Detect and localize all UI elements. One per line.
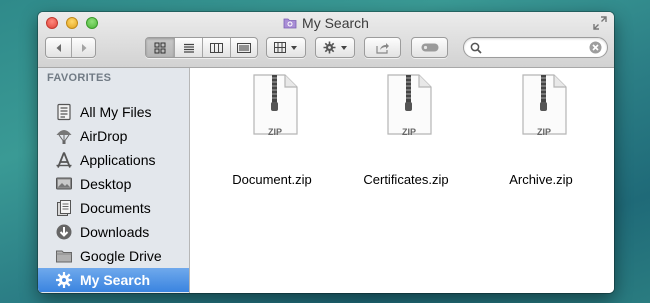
tags-button[interactable] [411,37,448,58]
file-name: Archive.zip [509,172,573,187]
file-name: Certificates.zip [363,172,449,187]
fullscreen-icon[interactable] [593,16,607,30]
window-title: My Search [302,15,369,31]
column-view-icon [210,42,223,53]
finder-window: My Search FAVORITES All My Files AirDrop… [38,12,614,293]
folder-icon [56,250,72,263]
chevron-down-icon [291,45,297,50]
gear-icon [56,272,72,288]
file-item-archive-zip[interactable]: ZIP Archive.zip [481,68,601,198]
chevron-down-icon [340,45,347,50]
icon-view-icon [154,42,166,53]
svg-text:ZIP: ZIP [537,127,551,137]
clear-search-icon[interactable] [589,41,602,54]
sidebar-item-label: All My Files [80,104,152,120]
back-forward-control [45,37,96,58]
coverflow-view-button[interactable] [230,38,257,57]
forward-arrow-icon [81,43,86,52]
title-bar: My Search [38,12,614,68]
action-button[interactable] [315,37,355,58]
back-button[interactable] [46,38,71,57]
sidebar-item-my-search[interactable]: My Search [38,268,189,292]
arrange-button[interactable] [266,37,306,58]
window-title-area: My Search [38,15,614,31]
documents-icon [57,200,71,216]
smart-folder-icon [283,18,297,29]
sidebar-item-google-drive[interactable]: Google Drive [38,244,189,268]
search-input[interactable] [486,40,581,55]
sidebar-item-label: Downloads [80,224,150,240]
share-icon [375,42,389,54]
share-button[interactable] [364,37,401,58]
applications-icon [56,152,72,168]
action-button-inner [316,38,354,57]
icon-view-button[interactable] [146,38,174,57]
list-view-icon [183,43,194,53]
file-name: Document.zip [232,172,312,187]
downloads-icon [56,224,72,240]
sidebar-item-label: Desktop [80,176,132,192]
file-browser-content: ZIP Document.zip ZIP Certificates.zip ZI… [190,68,614,293]
sidebar-item-label: Documents [80,200,151,216]
file-item-document-zip[interactable]: ZIP Document.zip [212,68,332,198]
arrange-grid-icon [274,42,286,53]
sidebar-item-label: AirDrop [80,128,128,144]
file-item-certificates-zip[interactable]: ZIP Certificates.zip [346,68,466,198]
share-button-inner [365,38,400,57]
tag-icon [421,43,438,52]
sidebar-item-downloads[interactable]: Downloads [38,220,189,244]
desktop-icon [56,177,72,190]
all-my-files-icon [57,103,71,121]
view-mode-control [145,37,258,58]
sidebar-item-label: Applications [80,152,156,168]
tags-button-inner [412,38,447,57]
sidebar-item-applications[interactable]: Applications [38,148,189,172]
sidebar: FAVORITES All My Files AirDrop Applicati… [38,68,190,293]
search-field[interactable] [463,37,608,58]
sidebar-item-label: My Search [80,272,151,288]
sidebar-item-desktop[interactable]: Desktop [38,172,189,196]
sidebar-item-documents[interactable]: Documents [38,196,189,220]
sidebar-item-all-my-files[interactable]: All My Files [38,100,189,124]
sidebar-item-label: Google Drive [80,248,162,264]
svg-text:ZIP: ZIP [402,127,416,137]
back-arrow-icon [56,43,61,52]
airdrop-icon [56,130,72,144]
zip-badge: ZIP [537,127,551,137]
svg-text:ZIP: ZIP [268,127,282,137]
zip-badge: ZIP [268,127,282,137]
coverflow-view-icon [237,42,251,53]
column-view-button[interactable] [202,38,230,57]
search-icon [470,42,482,54]
list-view-button[interactable] [174,38,202,57]
gear-icon [323,41,335,54]
sidebar-item-airdrop[interactable]: AirDrop [38,124,189,148]
arrange-button-inner [267,38,305,57]
zip-badge: ZIP [402,127,416,137]
sidebar-heading: FAVORITES [47,72,112,84]
forward-button[interactable] [71,38,95,57]
